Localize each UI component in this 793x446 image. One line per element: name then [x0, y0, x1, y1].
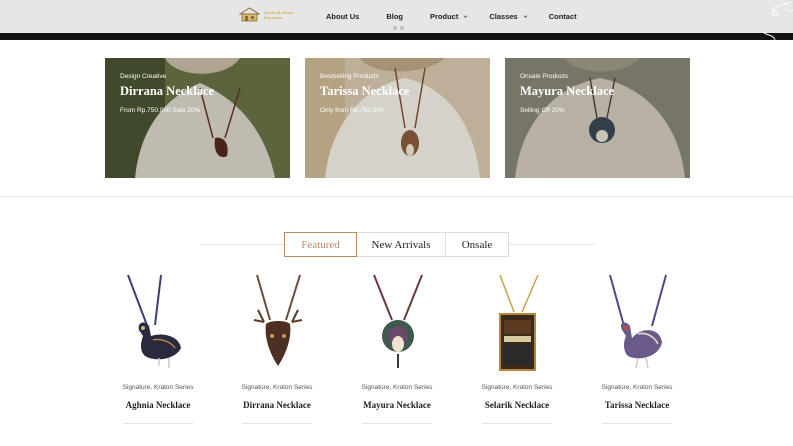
product-underline: [602, 423, 672, 424]
product-series: Signature, Kraton Series: [601, 384, 673, 391]
tab-rule-right: [509, 244, 594, 245]
promo-title: Mayura Necklace: [520, 84, 615, 98]
product-series: Signature, Kraton Series: [241, 384, 313, 391]
tab-onsale[interactable]: Onsale: [446, 232, 509, 257]
promo-eyebrow: Onsale Products: [520, 73, 569, 80]
tab-new-arrivals[interactable]: New Arrivals: [357, 232, 446, 257]
slider-dot[interactable]: [400, 26, 404, 30]
promo-banner-dirrana[interactable]: Design Creative Dirrana Necklace From Rp…: [105, 58, 290, 178]
promo-subtitle: From Rp.750.000 Sale 20%: [120, 107, 201, 114]
chevron-down-icon: [463, 15, 468, 18]
logo-text: Jewelry & Artisan Kawinjawa: [264, 10, 293, 20]
nav-contact[interactable]: Contact: [549, 12, 577, 21]
product-name[interactable]: Tarissa Necklace: [582, 400, 692, 410]
header-dark-strip: [0, 33, 793, 40]
product-underline: [242, 423, 312, 424]
slider-dot[interactable]: [393, 26, 397, 30]
product-name[interactable]: Dirrana Necklace: [222, 400, 332, 410]
rectangular-beaded-pendant-icon: [499, 274, 539, 371]
product-name[interactable]: Selarik Necklace: [462, 400, 572, 410]
product-tabs: Featured New Arrivals Onsale: [284, 232, 509, 257]
section-divider: [0, 196, 793, 197]
promo-title: Dirrana Necklace: [120, 84, 215, 98]
nav-label: Classes: [489, 12, 518, 21]
promo-eyebrow: Design Creative: [120, 73, 167, 80]
floral-ornament-icon: [762, 1, 793, 41]
deer-antler-pendant-icon: [253, 274, 303, 366]
logo-line-2: Kawinjawa: [264, 15, 283, 20]
promo-banner-mayura[interactable]: Onsale Products Mayura Necklace Selling …: [505, 58, 690, 178]
promo-title: Tarissa Necklace: [320, 84, 410, 98]
peacock-bird-pendant-icon: [127, 274, 181, 368]
product-series: Signature, Kraton Series: [122, 384, 194, 391]
nav-label: Contact: [548, 12, 577, 21]
nav-label: About Us: [326, 12, 360, 21]
promo-banner-tarissa[interactable]: Bestselling Products Tarissa Necklace On…: [305, 58, 490, 178]
product-name[interactable]: Aghnia Necklace: [103, 400, 213, 410]
nav-label: Product: [430, 12, 459, 21]
product-series: Signature, Kraton Series: [361, 384, 433, 391]
product-series: Signature, Kraton Series: [481, 384, 553, 391]
promo-subtitle: Selling Off 20%: [520, 107, 565, 114]
nav-about-us[interactable]: About Us: [326, 12, 359, 21]
product-name[interactable]: Mayura Necklace: [342, 400, 452, 410]
tab-featured[interactable]: Featured: [284, 232, 357, 257]
product-card[interactable]: Signature, Kraton Series Tarissa Necklac…: [582, 270, 692, 430]
promo-eyebrow: Bestselling Products: [320, 73, 379, 80]
product-card[interactable]: Signature, Kraton Series Mayura Necklace: [342, 270, 452, 430]
product-card[interactable]: Signature, Kraton Series Dirrana Necklac…: [222, 270, 332, 430]
rooster-pendant-icon: [609, 274, 667, 369]
house-logo-icon: [239, 7, 260, 22]
site-logo[interactable]: Jewelry & Artisan Kawinjawa: [239, 6, 311, 24]
nav-product[interactable]: Product: [430, 12, 468, 21]
peacock-tail-pendant-icon: [373, 274, 423, 368]
nav-label: Blog: [386, 12, 404, 21]
nav-classes[interactable]: Classes: [489, 12, 528, 21]
nav-blog[interactable]: Blog: [386, 12, 403, 21]
main-nav: About Us Blog Product Classes Contact: [326, 0, 577, 33]
slider-dots: [393, 26, 404, 30]
chevron-down-icon: [523, 15, 528, 18]
product-underline: [482, 423, 552, 424]
product-underline: [362, 423, 432, 424]
tab-rule-left: [200, 244, 284, 245]
promo-subtitle: Only from Rp.750.000: [320, 107, 384, 114]
product-underline: [123, 423, 193, 424]
product-card[interactable]: Signature, Kraton Series Selarik Necklac…: [462, 270, 572, 430]
product-card[interactable]: Signature, Kraton Series Aghnia Necklace: [103, 270, 213, 430]
